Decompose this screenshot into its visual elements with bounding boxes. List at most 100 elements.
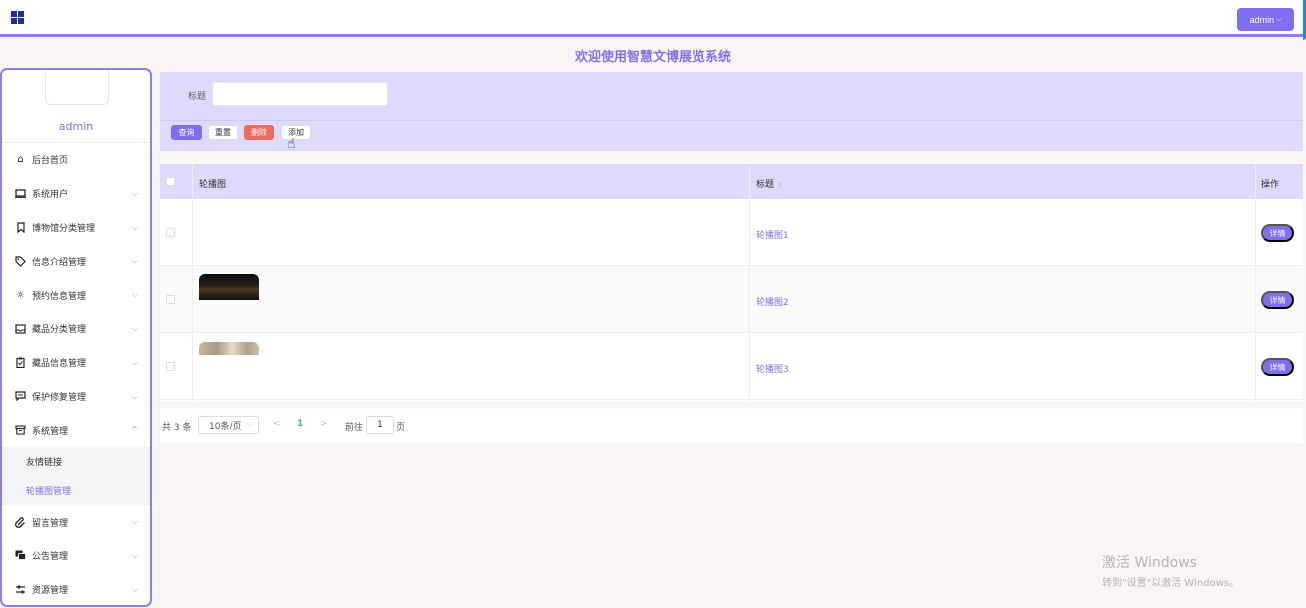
sidebar-item-collection-category[interactable]: 藏品分类管理 ⌵ [2,312,150,346]
goto-page-input[interactable]: 1 [366,416,394,434]
sidebar-item-info-intro[interactable]: 信息介绍管理 ⌵ [2,244,150,278]
detail-button[interactable]: 详情 [1261,291,1294,309]
reset-button[interactable]: 重置 [208,125,238,140]
sidebar-item-system-management[interactable]: 系统管理 ^ [2,413,150,447]
chevron-down-icon: ⌵ [246,420,252,428]
chevron-down-icon: ⌵ [131,550,138,560]
home-icon: ⌂ [17,154,24,166]
sidebar-item-protection-repair[interactable]: 保护修复管理 ⌵ [2,380,150,414]
table-row: 轮播图3 详情 [160,333,1303,400]
column-header-action: 操作 [1261,180,1280,190]
sidebar-username: admin [58,120,94,133]
detail-button[interactable]: 详情 [1261,224,1294,242]
chevron-down-icon: ⌵ [131,290,138,300]
table-row: 轮播图2 详情 [160,266,1303,333]
sidebar-item-announcements[interactable]: 公告管理 ⌵ [2,539,150,573]
paperclip-icon [15,516,26,528]
column-divider [749,164,750,401]
sidebar-item-label: 博物馆分类管理 [32,223,96,234]
inbox-icon [15,323,26,334]
sidebar-menu: ⌂ 后台首页 系统用户 ⌵ 博物馆分类管理 ⌵ 信息介绍管理 ⌵ ☼ 预约信息管… [2,142,150,605]
sun-icon: ☼ [16,289,25,301]
sidebar-item-resources[interactable]: 资源管理 ⌵ [2,573,150,605]
page-number-current[interactable]: 1 [297,419,303,429]
row-checkbox[interactable] [166,228,175,237]
pagination-total: 共 3 条 [162,423,192,433]
next-page-button[interactable]: > [320,419,328,429]
add-button[interactable]: 添加 [281,125,311,140]
chevron-down-icon: ⌵ [131,256,138,266]
clipboard-icon [15,357,26,369]
scrollbar[interactable] [1300,0,1306,40]
select-all-checkbox[interactable] [166,177,175,186]
sort-icon[interactable]: ⇕ [777,181,783,189]
sidebar-item-home[interactable]: ⌂ 后台首页 [2,143,150,177]
column-header-label: 标题 [756,180,775,190]
chevron-down-icon: ⌵ [131,391,138,401]
box-icon [15,425,26,436]
windows-activation-watermark: 激活 Windows 转到"设置"以激活 Windows。 [1102,552,1239,589]
row-title: 轮播图1 [756,231,789,241]
page-size-select[interactable]: 10条/页 ⌵ [198,416,259,434]
sidebar-item-label: 预约信息管理 [32,291,87,302]
sidebar-item-label: 资源管理 [32,586,69,597]
tag-icon [15,256,26,267]
sidebar-item-label: 留言管理 [32,518,69,529]
sidebar-item-collection-info[interactable]: 藏品信息管理 ⌵ [2,346,150,380]
carousel-thumbnail [199,274,259,300]
submenu-system-management: 友情链接 轮播图管理 [2,447,150,506]
sidebar-item-label: 保护修复管理 [32,392,87,403]
hand-cursor-icon: ☝ [287,136,296,152]
sidebar-item-system-users[interactable]: 系统用户 ⌵ [2,177,150,211]
sidebar-item-messages[interactable]: 留言管理 ⌵ [2,505,150,539]
chevron-down-icon: ⌵ [1276,15,1282,23]
sidebar-item-label: 藏品信息管理 [32,359,87,370]
top-bar: admin ⌵ [0,0,1306,37]
avatar [45,70,109,105]
carousel-table: 轮播图 标题 ⇕ 操作 轮播图1 详情 轮播图2 详情 轮播图3 详情 [160,164,1303,401]
chevron-up-icon: ^ [131,425,138,435]
column-header-title[interactable]: 标题 ⇕ [756,177,783,190]
row-checkbox[interactable] [166,295,175,304]
page-suffix: 页 [396,423,406,433]
sidebar-subitem-friend-links[interactable]: 友情链接 [2,447,150,476]
chevron-down-icon: ⌵ [131,323,138,333]
sidebar-item-label: 公告管理 [32,552,69,563]
bookmark-icon [15,222,26,233]
carousel-thumbnail [199,342,259,355]
sidebar-item-museum-category[interactable]: 博物馆分类管理 ⌵ [2,211,150,245]
divider [160,120,1303,121]
delete-button[interactable]: 删除 [244,125,274,140]
apps-grid-icon[interactable] [11,11,24,24]
title-search-input[interactable] [212,82,388,106]
sidebar-subitem-carousel[interactable]: 轮播图管理 [2,476,150,505]
chevron-down-icon: ⌵ [131,584,138,594]
sidebar-item-label: 后台首页 [32,156,69,167]
prev-page-button[interactable]: < [273,419,281,429]
chevron-down-icon: ⌵ [131,357,138,367]
chevron-down-icon: ⌵ [131,517,138,527]
detail-button[interactable]: 详情 [1261,358,1294,376]
sidebar-item-label: 系统管理 [32,426,69,437]
goto-label: 前往 [345,423,364,433]
sliders-icon [15,584,26,595]
watermark-line2: 转到"设置"以激活 Windows。 [1102,578,1240,589]
sidebar-item-label: 系统用户 [32,190,69,201]
row-title: 轮播图2 [756,298,789,308]
sidebar-item-label: 信息介绍管理 [32,257,87,268]
column-header-image: 轮播图 [199,180,227,190]
message-icon [15,391,26,402]
sidebar-item-reservation[interactable]: ☼ 预约信息管理 ⌵ [2,278,150,312]
query-button[interactable]: 查询 [171,125,202,140]
chat-icon [15,550,26,561]
user-menu-label: admin [1249,14,1275,25]
column-divider [192,164,193,401]
table-header: 轮播图 标题 ⇕ 操作 [160,164,1303,199]
page-size-value: 10条/页 [209,421,242,432]
sidebar: admin ⌂ 后台首页 系统用户 ⌵ 博物馆分类管理 ⌵ 信息介绍管理 ⌵ ☼… [0,68,152,607]
row-checkbox[interactable] [166,362,175,371]
chevron-down-icon: ⌵ [131,222,138,232]
table-row: 轮播图1 详情 [160,199,1303,266]
watermark-line1: 激活 Windows [1102,555,1197,571]
user-menu-button[interactable]: admin ⌵ [1237,8,1294,31]
